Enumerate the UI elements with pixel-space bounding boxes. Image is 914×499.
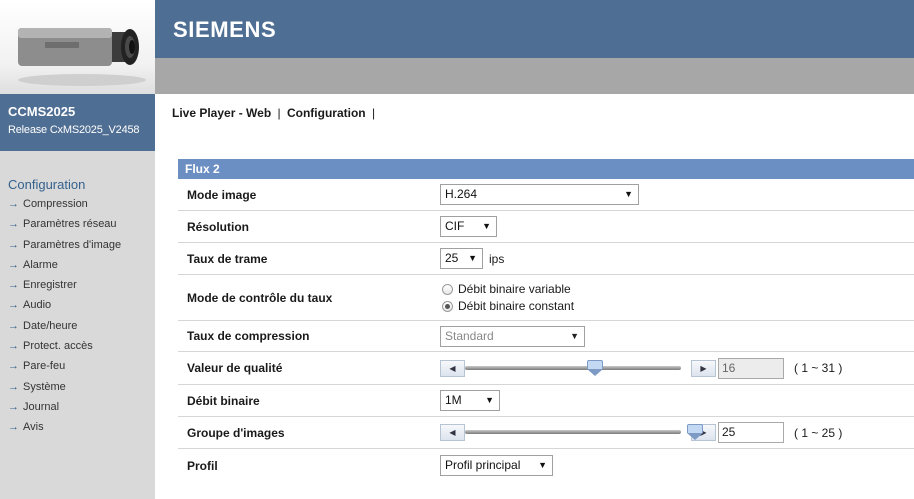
resolution-select[interactable]: CIF ▼	[440, 216, 497, 237]
arrow-right-icon: →	[8, 258, 19, 271]
dropdown-arrow-icon: ▼	[482, 221, 491, 231]
dropdown-arrow-icon: ▼	[570, 330, 579, 341]
bitrate-select[interactable]: 1M ▼	[440, 390, 500, 411]
compression-rate-select[interactable]: Standard ▼	[440, 325, 585, 347]
row-quality: Valeur de qualité ◀ ▶ 16 ( 1 ~ 31 )	[178, 352, 914, 385]
left-sidebar: CCMS2025 Release CxMS2025_V2458 Configur…	[0, 0, 155, 499]
arrow-right-icon: →	[8, 400, 19, 413]
nav-item-firewall[interactable]: → Pare-feu	[8, 356, 155, 376]
slider-thumb[interactable]	[587, 359, 603, 376]
row-rate-control: Mode de contrôle du taux Débit binaire v…	[178, 275, 914, 321]
nav-item-datetime[interactable]: → Date/heure	[8, 316, 155, 336]
header-subbar	[155, 58, 914, 94]
slider-thumb[interactable]	[687, 424, 703, 440]
nav-item-log[interactable]: → Journal	[8, 397, 155, 417]
gop-value-input[interactable]: 25	[718, 422, 784, 443]
dropdown-arrow-icon: ▼	[624, 189, 633, 199]
dropdown-arrow-icon: ▼	[468, 253, 477, 263]
row-compression-rate: Taux de compression Standard ▼	[178, 321, 914, 352]
nav-item-audio[interactable]: → Audio	[8, 295, 155, 315]
nav-item-network[interactable]: → Paramètres réseau	[8, 214, 155, 234]
quality-range: ( 1 ~ 31 )	[794, 361, 843, 375]
arrow-right-icon: →	[8, 319, 19, 332]
profile-select[interactable]: Profil principal ▼	[440, 455, 553, 476]
dropdown-arrow-icon: ▼	[538, 460, 547, 470]
bitrate-label: Débit binaire	[187, 393, 260, 408]
row-gop: Groupe d'images ◀ ▶ 25 ( 1 ~ 25 )	[178, 417, 914, 449]
mode-image-label: Mode image	[187, 187, 257, 202]
radio-constant-bitrate[interactable]: Débit binaire constant	[442, 298, 574, 315]
frame-rate-select[interactable]: 25 ▼	[440, 248, 483, 269]
compression-rate-label: Taux de compression	[187, 329, 310, 343]
nav-item-system[interactable]: → Système	[8, 377, 155, 397]
rate-control-label: Mode de contrôle du taux	[187, 290, 333, 305]
arrow-right-icon: →	[8, 421, 19, 434]
slider-track[interactable]	[465, 359, 681, 377]
arrow-right-icon: →	[8, 380, 19, 393]
row-bitrate: Débit binaire 1M ▼	[178, 385, 914, 417]
gop-range: ( 1 ~ 25 )	[794, 425, 843, 440]
panel-title: Flux 2	[178, 159, 914, 179]
menu-separator: |	[277, 106, 281, 120]
quality-value-input[interactable]: 16	[718, 357, 784, 379]
menu-live-player[interactable]: Live Player - Web	[172, 106, 271, 120]
nav-item-alarm[interactable]: → Alarme	[8, 255, 155, 275]
dropdown-arrow-icon: ▼	[485, 395, 494, 405]
frame-rate-unit: ips	[489, 251, 505, 266]
camera-image	[0, 0, 155, 94]
profile-label: Profil	[187, 458, 218, 473]
resolution-label: Résolution	[187, 219, 249, 234]
slider-left-button[interactable]: ◀	[440, 424, 465, 441]
menu-separator: |	[371, 106, 376, 120]
radio-variable-bitrate[interactable]: Débit binaire variable	[442, 281, 571, 298]
nav-item-notice[interactable]: → Avis	[8, 417, 155, 437]
nav-item-access[interactable]: → Protect. accès	[8, 336, 155, 356]
header-bar: SIEMENS	[155, 0, 914, 58]
device-model: CCMS2025	[8, 104, 76, 119]
arrow-right-icon: →	[8, 238, 19, 251]
arrow-right-icon: →	[8, 299, 19, 312]
quality-slider[interactable]: ◀ ▶	[440, 359, 716, 377]
gop-slider[interactable]: ◀ ▶	[440, 424, 716, 441]
arrow-right-icon: →	[8, 279, 19, 292]
frame-rate-label: Taux de trame	[187, 251, 268, 266]
mode-image-select[interactable]: H.264 ▼	[440, 184, 639, 205]
menu-configuration[interactable]: Configuration	[287, 106, 366, 120]
arrow-right-icon: →	[8, 340, 19, 353]
row-profile: Profil Profil principal ▼	[178, 449, 914, 482]
device-release: Release CxMS2025_V2458	[8, 124, 140, 136]
nav-title: Configuration	[8, 177, 86, 192]
row-frame-rate: Taux de trame 25 ▼ ips	[178, 243, 914, 275]
gop-label: Groupe d'images	[187, 425, 285, 440]
arrow-right-icon: →	[8, 360, 19, 373]
stream-settings-panel: Flux 2 Mode image H.264 ▼ Résolution CIF…	[178, 159, 914, 482]
slider-right-button[interactable]: ▶	[691, 359, 716, 377]
row-resolution: Résolution CIF ▼	[178, 211, 914, 243]
config-nav: Configuration → Compression → Paramètres r…	[0, 151, 155, 438]
row-mode-image: Mode image H.264 ▼	[178, 179, 914, 211]
siemens-logo: SIEMENS	[173, 17, 277, 42]
nav-item-image[interactable]: → Paramètres d'image	[8, 235, 155, 255]
radio-icon	[442, 283, 453, 295]
radio-selected-icon	[442, 300, 453, 312]
arrow-right-icon: →	[8, 218, 19, 231]
slider-track[interactable]	[465, 424, 703, 441]
nav-item-record[interactable]: → Enregistrer	[8, 275, 155, 295]
nav-item-compression[interactable]: → Compression	[8, 194, 155, 214]
top-menu: Live Player - Web | Configuration |	[155, 94, 914, 151]
arrow-right-icon: →	[8, 198, 19, 210]
device-info: CCMS2025 Release CxMS2025_V2458	[0, 94, 155, 151]
slider-left-button[interactable]: ◀	[440, 359, 465, 377]
quality-label: Valeur de qualité	[187, 361, 283, 375]
